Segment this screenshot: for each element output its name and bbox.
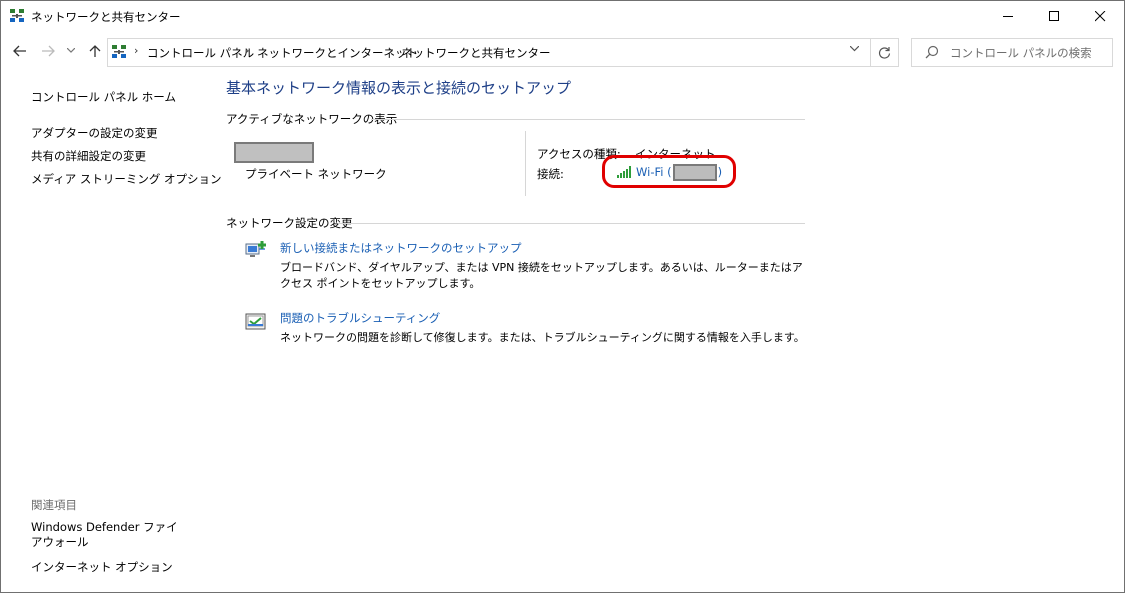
chevron-down-icon bbox=[67, 48, 75, 53]
up-arrow-icon bbox=[89, 45, 101, 57]
troubleshoot-link[interactable]: 問題のトラブルシューティング bbox=[280, 310, 440, 326]
network-center-icon bbox=[112, 45, 126, 58]
forward-button[interactable] bbox=[38, 41, 58, 61]
new-connection-description: ブロードバンド、ダイヤルアップ、または VPN 接続をセットアップします。あるい… bbox=[280, 261, 803, 290]
page-title: 基本ネットワーク情報の表示と接続のセットアップ bbox=[226, 79, 572, 97]
chevron-down-icon bbox=[849, 45, 859, 52]
recent-locations-button[interactable] bbox=[64, 41, 78, 61]
connection-label: 接続: bbox=[537, 167, 564, 181]
breadcrumb-control-panel[interactable]: コントロール パネル bbox=[147, 45, 254, 61]
breadcrumb-separator[interactable]: › bbox=[245, 44, 249, 57]
section-divider bbox=[371, 119, 805, 120]
change-settings-label: ネットワーク設定の変更 bbox=[226, 216, 353, 230]
breadcrumb-network-sharing-center[interactable]: ネットワークと共有センター bbox=[401, 45, 551, 61]
internet-options-link[interactable]: インターネット オプション bbox=[31, 559, 173, 575]
search-box[interactable]: コントロール パネルの検索 bbox=[911, 38, 1113, 67]
up-button[interactable] bbox=[85, 41, 105, 61]
breadcrumb-separator[interactable]: › bbox=[389, 44, 393, 57]
breadcrumb-separator[interactable]: › bbox=[134, 44, 138, 57]
new-connection-setup-link[interactable]: 新しい接続またはネットワークのセットアップ bbox=[280, 240, 522, 256]
minimize-button[interactable] bbox=[985, 1, 1031, 32]
network-type-link[interactable]: プライベート ネットワーク bbox=[245, 166, 387, 182]
search-icon bbox=[925, 45, 939, 59]
advanced-sharing-settings-link[interactable]: 共有の詳細設定の変更 bbox=[31, 148, 146, 164]
breadcrumb-network-internet[interactable]: ネットワークとインターネット bbox=[257, 45, 418, 61]
troubleshoot-icon bbox=[245, 313, 266, 330]
troubleshoot-description: ネットワークの問題を診断して修復します。または、トラブルシューティングに関する情… bbox=[280, 331, 805, 344]
forward-arrow-icon bbox=[42, 45, 55, 57]
back-arrow-icon bbox=[13, 45, 26, 57]
highlight-annotation bbox=[602, 155, 736, 188]
refresh-button[interactable] bbox=[871, 38, 899, 67]
title-bar: ネットワークと共有センター bbox=[1, 1, 1124, 32]
maximize-icon bbox=[1048, 11, 1059, 21]
minimize-icon bbox=[1002, 16, 1013, 17]
close-button[interactable] bbox=[1077, 1, 1123, 32]
network-name-redacted bbox=[234, 142, 314, 163]
adapter-settings-link[interactable]: アダプターの設定の変更 bbox=[31, 125, 158, 141]
address-dropdown-button[interactable] bbox=[846, 44, 862, 60]
related-heading: 関連項目 bbox=[31, 498, 77, 512]
refresh-icon bbox=[878, 47, 891, 59]
media-streaming-options-link[interactable]: メディア ストリーミング オプション bbox=[31, 171, 222, 187]
window-title: ネットワークと共有センター bbox=[31, 10, 181, 24]
firewall-link[interactable]: Windows Defender ファイアウォール bbox=[31, 520, 181, 550]
network-center-icon bbox=[10, 9, 24, 22]
section-divider bbox=[339, 223, 805, 224]
back-button[interactable] bbox=[10, 41, 30, 61]
close-icon bbox=[1094, 11, 1105, 22]
new-connection-icon bbox=[245, 241, 266, 257]
search-placeholder[interactable]: コントロール パネルの検索 bbox=[950, 45, 1092, 61]
vertical-divider bbox=[525, 131, 526, 196]
window: ネットワークと共有センター › コントロール パネル › ネットワークとインター… bbox=[0, 0, 1125, 593]
control-panel-home-link[interactable]: コントロール パネル ホーム bbox=[31, 89, 176, 105]
address-bar[interactable]: › コントロール パネル › ネットワークとインターネット › ネットワークと共… bbox=[107, 38, 871, 67]
maximize-button[interactable] bbox=[1031, 1, 1077, 32]
